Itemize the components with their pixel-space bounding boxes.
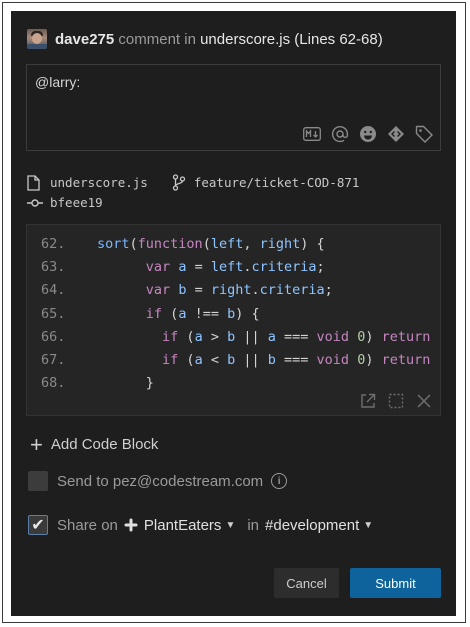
code-line: 67. if (a < b || b === void 0) return: [41, 352, 431, 369]
checkmark-icon: ✔: [31, 517, 45, 534]
code-line: 62. sort(function(left, right) {: [41, 236, 325, 252]
branch-name: feature/ticket-COD-871: [193, 175, 360, 190]
tag-icon[interactable]: [414, 124, 434, 144]
code-lines: 62. sort(function(left, right) { 63. var a…: [41, 233, 430, 395]
code-line: 63. var a = left.criteria;: [41, 259, 325, 276]
textarea-toolbar: [302, 124, 434, 144]
compose-header: dave275 comment in underscore.js (Lines …: [55, 31, 383, 48]
info-icon[interactable]: i: [271, 473, 288, 489]
channel-dropdown[interactable]: #development ▼: [265, 517, 373, 534]
open-external-icon[interactable]: [360, 393, 376, 409]
at-mention-icon[interactable]: [330, 124, 350, 144]
cancel-button[interactable]: Cancel: [274, 568, 339, 598]
workspace-name: PlantEaters: [143, 516, 222, 534]
share-row: ✔ Share on PlantEaters ▼ in #development…: [28, 515, 373, 535]
send-email-label[interactable]: Send to pez@codestream.com: [57, 473, 263, 490]
code-line: 64. var b = right.criteria;: [41, 282, 333, 299]
commit-icon: [27, 198, 43, 208]
select-range-icon[interactable]: [388, 393, 404, 409]
code-block-toolbar: [360, 393, 432, 409]
file-icon: [27, 174, 40, 191]
comment-textarea[interactable]: @larry:: [26, 64, 441, 151]
branch-icon: [172, 174, 186, 191]
share-prefix: Share on: [57, 516, 118, 534]
markdown-icon[interactable]: [302, 124, 322, 144]
code-meta-row: underscore.js feature/ticket-COD-871: [27, 174, 359, 191]
commit-hash: bfeee19: [50, 195, 103, 210]
submit-button[interactable]: Submit: [350, 568, 441, 598]
comment-text[interactable]: @larry:: [35, 74, 80, 90]
share-checkbox[interactable]: ✔: [28, 515, 48, 535]
send-email-checkbox[interactable]: [28, 471, 48, 491]
avatar: [27, 29, 47, 49]
codemark-icon[interactable]: [386, 124, 406, 144]
channel-name: #development: [265, 516, 360, 534]
plus-icon: +: [30, 431, 43, 457]
add-code-block-label: Add Code Block: [50, 436, 159, 453]
add-code-block-button[interactable]: + Add Code Block: [30, 431, 159, 457]
code-file-name: underscore.js: [50, 175, 148, 190]
code-line: 66. if (a > b || a === void 0) return: [41, 328, 431, 345]
commit-row: bfeee19: [27, 195, 103, 210]
comment-compose-panel: dave275 comment in underscore.js (Lines …: [11, 11, 456, 616]
send-email-row: Send to pez@codestream.com i: [28, 471, 288, 491]
chevron-down-icon: ▼: [225, 519, 236, 531]
code-block: 62. sort(function(left, right) { 63. var a…: [26, 224, 441, 416]
slack-icon: [124, 518, 138, 532]
close-icon[interactable]: [416, 393, 432, 409]
file-reference: underscore.js (Lines 62-68): [200, 31, 383, 48]
emoji-icon[interactable]: [358, 124, 378, 144]
code-line: 65. if (a !== b) {: [41, 305, 260, 322]
author-name: dave275: [55, 31, 115, 48]
header-verb: comment in: [118, 31, 196, 48]
share-in-label: in: [247, 516, 260, 534]
workspace-dropdown[interactable]: PlantEaters ▼: [124, 517, 235, 534]
chevron-down-icon: ▼: [363, 519, 374, 531]
code-line: 68. }: [41, 375, 154, 392]
